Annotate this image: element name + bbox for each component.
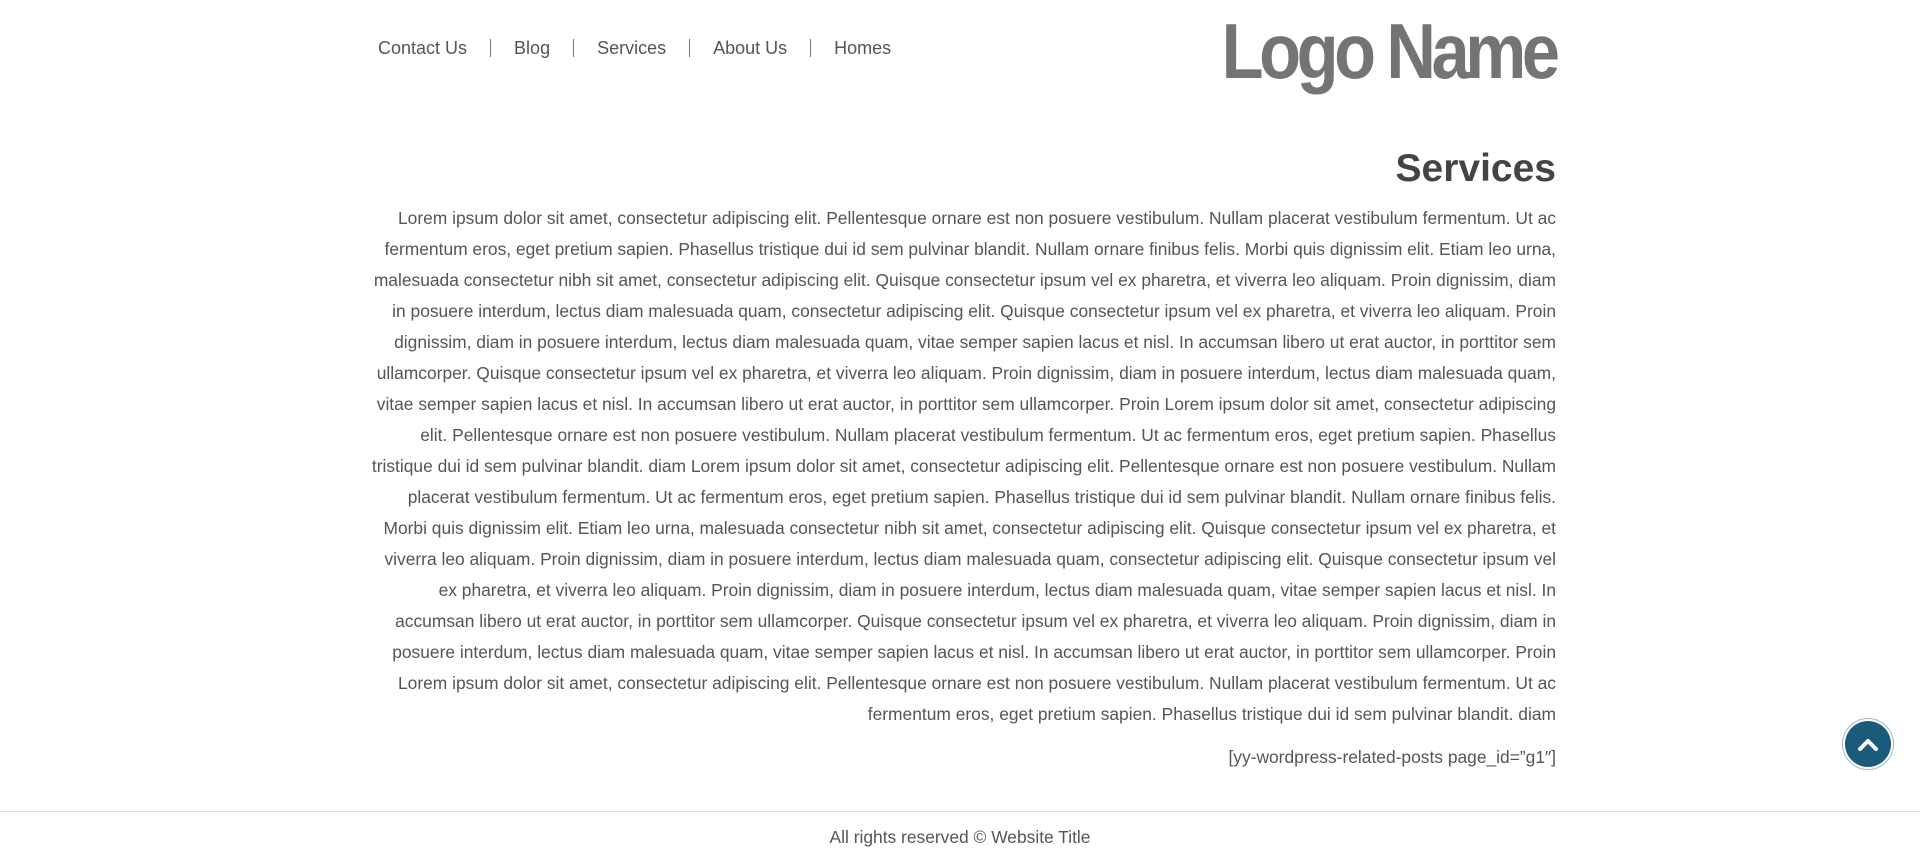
nav-divider	[573, 39, 575, 57]
site-header: Contact Us Blog Services About Us Homes …	[366, 0, 1561, 100]
page-title: Services	[1395, 147, 1556, 190]
footer-divider	[0, 811, 1920, 812]
nav-divider	[490, 39, 492, 57]
chevron-up-icon	[1858, 739, 1878, 751]
site-logo[interactable]: Logo Name	[1222, 6, 1561, 96]
nav-divider	[689, 39, 691, 57]
related-posts-shortcode: [yy-wordpress-related-posts page_id=”g1″…	[1228, 747, 1556, 767]
body-text: Lorem ipsum dolor sit amet, consectetur …	[371, 208, 1556, 724]
footer-copyright: All rights reserved © Website Title	[829, 827, 1091, 847]
nav-divider	[810, 39, 812, 57]
nav-item-homes[interactable]: Homes	[834, 36, 891, 60]
back-to-top-button[interactable]	[1845, 721, 1891, 767]
nav-item-contact-us[interactable]: Contact Us	[378, 36, 467, 60]
main-nav: Contact Us Blog Services About Us Homes	[378, 36, 891, 60]
nav-item-blog[interactable]: Blog	[514, 36, 550, 60]
nav-item-services[interactable]: Services	[597, 36, 666, 60]
nav-item-about-us[interactable]: About Us	[713, 36, 787, 60]
page: Contact Us Blog Services About Us Homes …	[0, 0, 1920, 858]
main-content: Services Lorem ipsum dolor sit amet, con…	[366, 138, 1556, 773]
